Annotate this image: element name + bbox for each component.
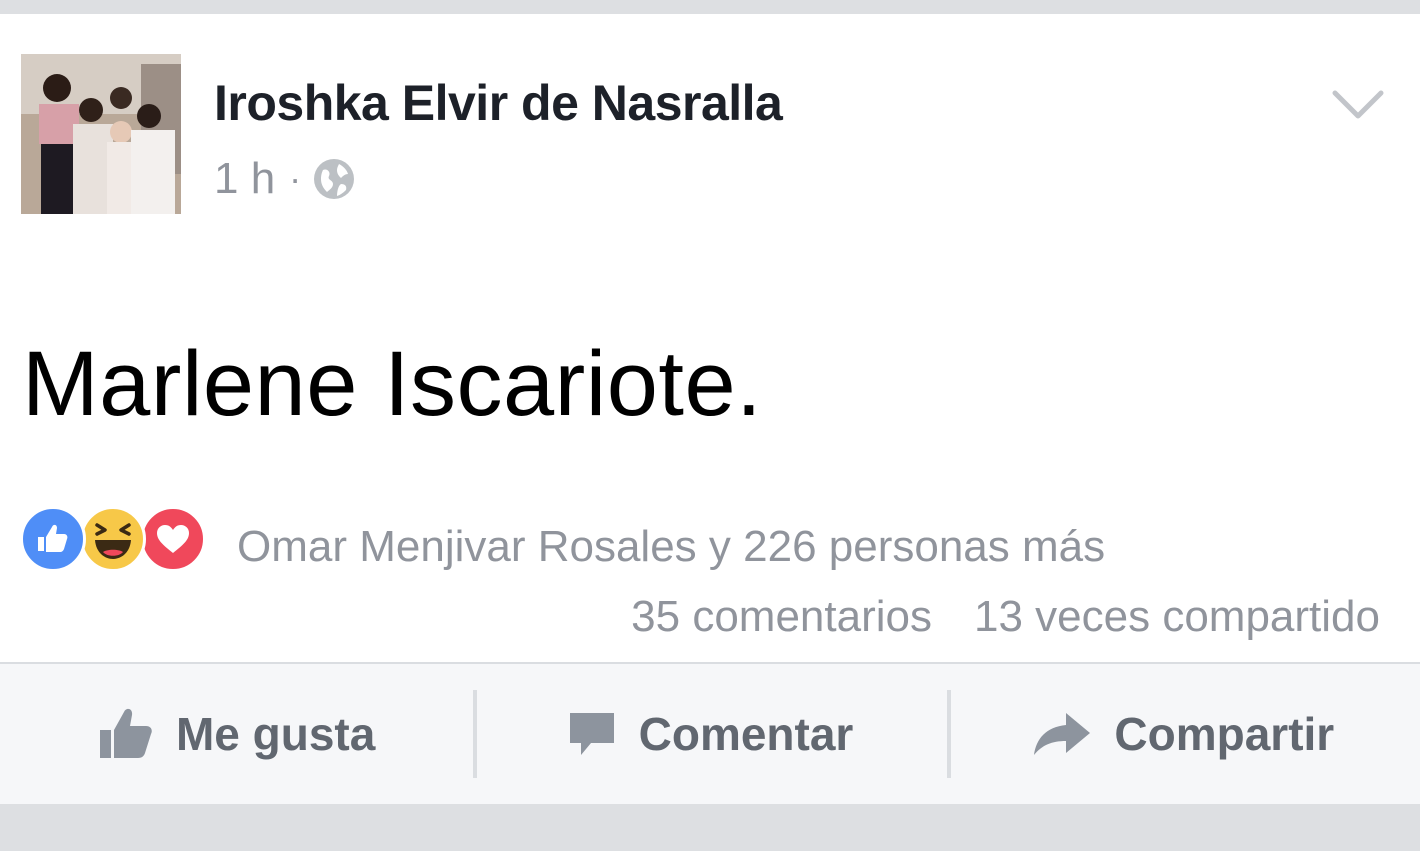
action-bar: Me gusta Comentar Compartir	[0, 662, 1420, 804]
post-timestamp[interactable]: 1 h	[214, 154, 275, 204]
like-label: Me gusta	[175, 708, 376, 760]
author-avatar[interactable]	[21, 54, 181, 214]
post-card: Iroshka Elvir de Nasralla 1 h · Marlene …	[0, 14, 1420, 804]
reaction-summary[interactable]: Omar Menjivar Rosales y 226 personas más	[237, 522, 1105, 572]
thumbs-up-icon	[99, 708, 152, 758]
haha-reaction-icon	[80, 506, 146, 572]
reaction-icons[interactable]	[20, 506, 206, 572]
comment-button[interactable]: Comentar	[473, 664, 946, 804]
meta-separator: ·	[289, 158, 302, 199]
share-label: Compartir	[1114, 708, 1335, 760]
comment-icon	[569, 713, 614, 755]
share-button[interactable]: Compartir	[946, 664, 1420, 804]
comment-label: Comentar	[638, 708, 854, 760]
engagement-counts: 35 comentarios 13 veces compartido	[631, 592, 1380, 642]
post-text: Marlene Iscariote.	[22, 333, 763, 435]
globe-icon	[313, 158, 355, 200]
share-count[interactable]: 13 veces compartido	[974, 592, 1380, 642]
post-options-chevron-down-icon[interactable]	[1332, 88, 1384, 122]
author-name[interactable]: Iroshka Elvir de Nasralla	[214, 74, 783, 132]
like-reaction-icon	[20, 506, 86, 572]
comment-count[interactable]: 35 comentarios	[631, 592, 932, 642]
post-meta: 1 h ·	[214, 154, 355, 204]
love-reaction-icon	[140, 506, 206, 572]
like-button[interactable]: Me gusta	[0, 664, 473, 804]
share-icon	[1034, 713, 1091, 755]
